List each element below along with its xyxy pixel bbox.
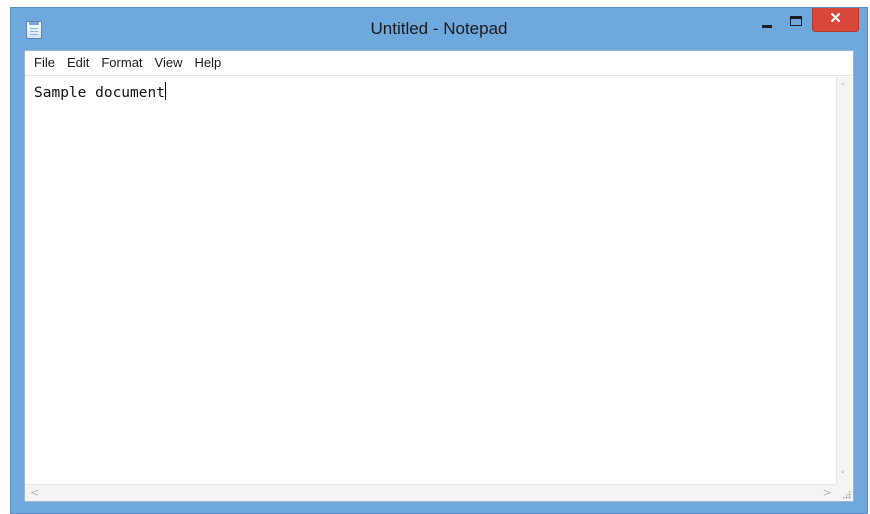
notepad-window: Untitled - Notepad ✕ File Edit Format Vi… <box>10 7 868 514</box>
close-button[interactable]: ✕ <box>812 8 859 32</box>
scroll-down-icon[interactable]: ˅ <box>840 470 846 481</box>
vertical-scrollbar[interactable]: ˄ ˅ <box>836 77 853 485</box>
horizontal-scrollbar[interactable]: < > <box>25 484 837 501</box>
menu-bar: File Edit Format View Help <box>25 51 853 76</box>
minimize-icon <box>762 25 772 28</box>
client-area: File Edit Format View Help Sample docume… <box>24 50 854 502</box>
scroll-left-icon[interactable]: < <box>30 487 39 498</box>
title-bar[interactable]: Untitled - Notepad ✕ <box>11 8 867 50</box>
menu-help[interactable]: Help <box>189 53 226 73</box>
editor-text: Sample document <box>34 85 165 101</box>
close-icon: ✕ <box>829 10 842 27</box>
scroll-right-icon[interactable]: > <box>823 487 832 498</box>
scroll-up-icon[interactable]: ˄ <box>840 82 846 93</box>
menu-view[interactable]: View <box>150 53 188 73</box>
resize-grip-icon[interactable] <box>842 490 851 499</box>
menu-file[interactable]: File <box>29 53 60 73</box>
text-editor[interactable]: Sample document <box>25 77 837 485</box>
maximize-button[interactable] <box>783 8 809 36</box>
maximize-icon <box>790 16 802 26</box>
resize-corner[interactable] <box>836 484 853 501</box>
menu-edit[interactable]: Edit <box>62 53 94 73</box>
text-caret <box>164 82 166 100</box>
window-title: Untitled - Notepad <box>370 19 508 38</box>
menu-format[interactable]: Format <box>96 53 147 73</box>
minimize-button[interactable] <box>754 8 780 36</box>
